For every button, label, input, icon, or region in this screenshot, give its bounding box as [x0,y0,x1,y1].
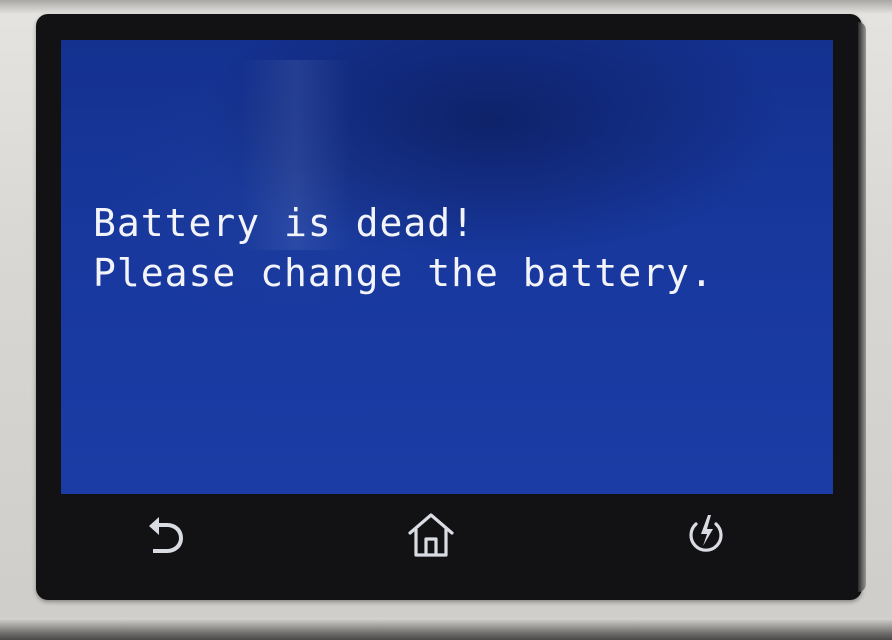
back-button[interactable] [127,500,207,570]
alert-instruction: Please change the battery. [93,251,714,295]
navigation-bar [61,500,833,580]
housing-bottom-rim [0,618,892,640]
lcd-screen: Battery is dead! Please change the batte… [61,40,833,494]
battery-alert-message: Battery is dead! Please change the batte… [93,198,714,298]
home-icon [408,513,454,557]
power-button[interactable] [666,500,746,570]
back-arrow-icon [149,517,183,553]
alert-title: Battery is dead! [93,201,476,245]
home-button[interactable] [391,500,471,570]
housing-top-shadow [0,0,892,14]
bezel-edge [858,22,866,592]
power-icon [689,515,723,552]
